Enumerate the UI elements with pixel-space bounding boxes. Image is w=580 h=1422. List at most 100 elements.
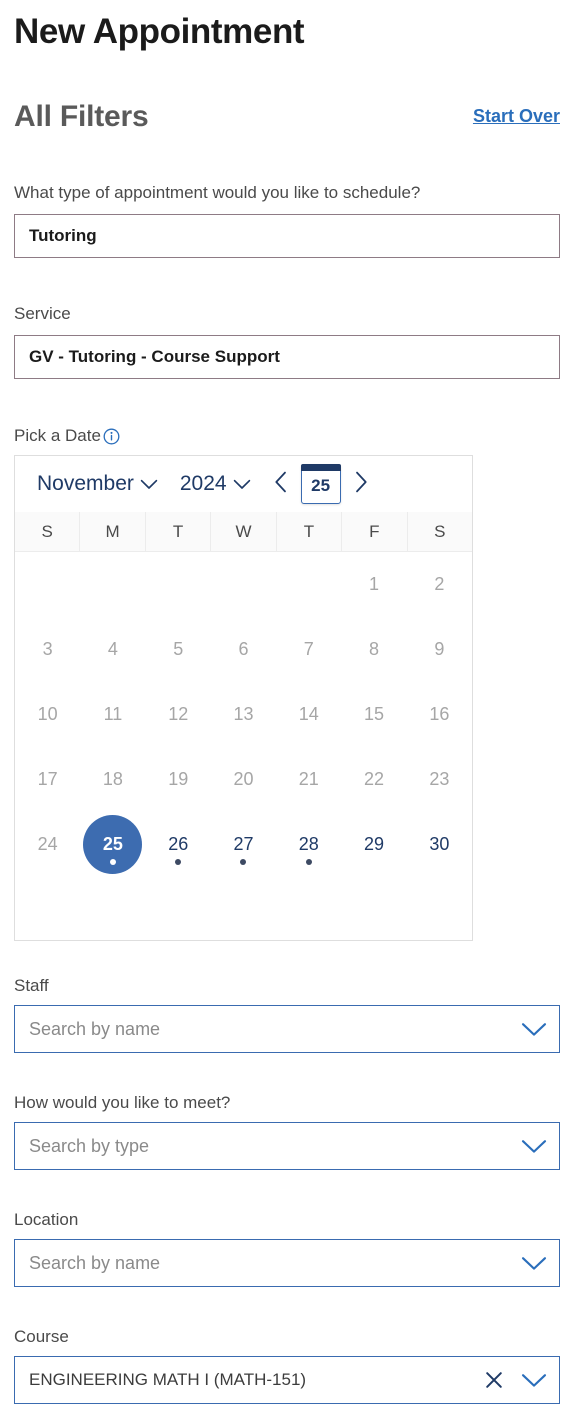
course-value: ENGINEERING MATH I (MATH-151): [29, 1370, 307, 1389]
service-value[interactable]: GV - Tutoring - Course Support: [14, 335, 560, 379]
chevron-down-icon: [140, 472, 158, 496]
close-x-icon[interactable]: [481, 1367, 507, 1393]
calendar-day-5: 5: [173, 639, 184, 659]
new-appointment-filters-panel: New Appointment All Filters Start Over W…: [0, 0, 580, 1422]
chevron-down-icon[interactable]: [521, 1250, 547, 1276]
location-placeholder: Search by name: [29, 1252, 161, 1273]
year-selector[interactable]: 2024: [180, 472, 251, 496]
calendar-day-3: 3: [42, 639, 53, 659]
meet-type-field: How would you like to meet? Search by ty…: [14, 1092, 560, 1170]
calendar-day-18: 18: [102, 769, 123, 789]
calendar-day-6: 6: [238, 639, 249, 659]
appointment-type-field: What type of appointment would you like …: [14, 182, 560, 258]
calendar-nav: November 2024 25: [15, 456, 472, 512]
staff-field: Staff Search by name: [14, 975, 560, 1053]
calendar-day-27[interactable]: 27: [211, 812, 276, 877]
pick-a-date-label: Pick a Date: [14, 426, 101, 445]
calendar-day-17: 17: [37, 769, 58, 789]
weekday-header-3: W: [211, 512, 277, 551]
weekday-header-0: S: [15, 512, 81, 551]
staff-label: Staff: [14, 976, 49, 995]
filters-header-row: All Filters Start Over: [14, 95, 560, 141]
calendar-day-25[interactable]: 25: [80, 812, 145, 877]
calendar-day-20: 20: [233, 769, 254, 789]
course-select[interactable]: ENGINEERING MATH I (MATH-151): [14, 1356, 560, 1404]
availability-dot: [305, 859, 312, 865]
meet-type-placeholder: Search by type: [29, 1135, 150, 1156]
calendar-week-row: 10 11 12 13 14 15 16: [15, 682, 472, 747]
prev-month-button[interactable]: [265, 468, 297, 500]
location-label: Location: [14, 1210, 79, 1229]
calendar-week-row: 17 18 19 20 21 22 23: [15, 747, 472, 812]
calendar-week-row: 3 4 5 6 7 8 9: [15, 617, 472, 682]
calendar-day-23: 23: [429, 769, 450, 789]
calendar-day-16: 16: [429, 704, 450, 724]
weekday-header-2: T: [146, 512, 212, 551]
start-over-link[interactable]: Start Over: [473, 103, 560, 129]
calendar-week-row: 24 25 26 27 28 29 30: [15, 812, 472, 877]
calendar-day-10: 10: [37, 704, 58, 724]
calendar-day-19: 19: [168, 769, 189, 789]
calendar-day-24: 24: [37, 834, 58, 854]
calendar-day-empty: [211, 552, 276, 617]
calendar-day-empty: [80, 552, 145, 617]
calendar-weeks: 1 2 3 4 5 6 7 8 9 10 11 12 13 14 15 16 17 18 19 20 21 22 23 24 2…: [15, 552, 472, 877]
chevron-left-icon: [274, 471, 288, 498]
calendar-day-4: 4: [107, 639, 118, 659]
chevron-down-icon[interactable]: [521, 1016, 547, 1042]
meet-type-label: How would you like to meet?: [14, 1093, 231, 1112]
today-date-chip[interactable]: 25: [300, 464, 341, 504]
meet-type-select[interactable]: Search by type: [14, 1122, 560, 1170]
availability-dot: [109, 859, 116, 865]
calendar-day-8: 8: [369, 639, 380, 659]
page-title: New Appointment: [14, 12, 305, 51]
calendar-day-28[interactable]: 28: [276, 812, 341, 877]
calendar-day-empty: [15, 552, 80, 617]
calendar-day-7: 7: [303, 639, 314, 659]
pick-a-date-field: Pick a Date November 2024 25 S M T W T F…: [14, 425, 560, 941]
pick-a-date-label-row: Pick a Date: [14, 425, 560, 447]
next-month-button[interactable]: [345, 468, 377, 500]
calendar-day-2: 2: [434, 574, 445, 594]
month-label: November: [37, 472, 134, 495]
chevron-down-icon: [233, 472, 251, 496]
service-field: Service GV - Tutoring - Course Support: [14, 303, 560, 379]
appointment-type-value[interactable]: Tutoring: [14, 214, 560, 258]
location-select[interactable]: Search by name: [14, 1239, 560, 1287]
calendar-day-9: 9: [434, 639, 445, 659]
today-date-number: 25: [311, 476, 331, 495]
weekday-header-4: T: [277, 512, 343, 551]
weekday-header-row: SMTWTFS: [15, 512, 472, 552]
calendar-day-29[interactable]: 29: [341, 812, 406, 877]
staff-placeholder: Search by name: [29, 1018, 161, 1039]
chevron-down-icon[interactable]: [521, 1133, 547, 1159]
calendar-day-21: 21: [298, 769, 319, 789]
chevron-down-icon[interactable]: [521, 1367, 547, 1393]
calendar-icon-bar: [300, 464, 341, 471]
service-label: Service: [14, 304, 71, 323]
staff-select[interactable]: Search by name: [14, 1005, 560, 1053]
selected-day-circle: 25: [83, 815, 143, 874]
calendar-day-empty: [276, 552, 341, 617]
appointment-type-label: What type of appointment would you like …: [14, 183, 421, 202]
course-field: Course ENGINEERING MATH I (MATH-151): [14, 1326, 560, 1404]
month-selector[interactable]: November: [37, 472, 158, 496]
weekday-header-6: S: [434, 521, 446, 541]
weekday-header-5: F: [342, 512, 408, 551]
chevron-right-icon: [354, 471, 368, 498]
calendar-day-26[interactable]: 26: [146, 812, 211, 877]
date-picker-calendar: November 2024 25 S M T W T F S 1 2 3 4 5…: [14, 455, 473, 941]
info-circle-icon[interactable]: [103, 428, 120, 445]
calendar-day-empty: [146, 552, 211, 617]
course-label: Course: [14, 1327, 69, 1346]
calendar-day-13: 13: [233, 704, 254, 724]
calendar-day-11: 11: [103, 704, 123, 724]
calendar-day-22: 22: [364, 769, 385, 789]
calendar-day-15: 15: [364, 704, 385, 724]
availability-dot: [175, 859, 182, 865]
calendar-day-30[interactable]: 30: [407, 812, 472, 877]
calendar-day-12: 12: [168, 704, 189, 724]
calendar-week-row: 12: [15, 552, 472, 617]
availability-dot: [240, 859, 247, 865]
calendar-day-1: 1: [369, 574, 380, 594]
